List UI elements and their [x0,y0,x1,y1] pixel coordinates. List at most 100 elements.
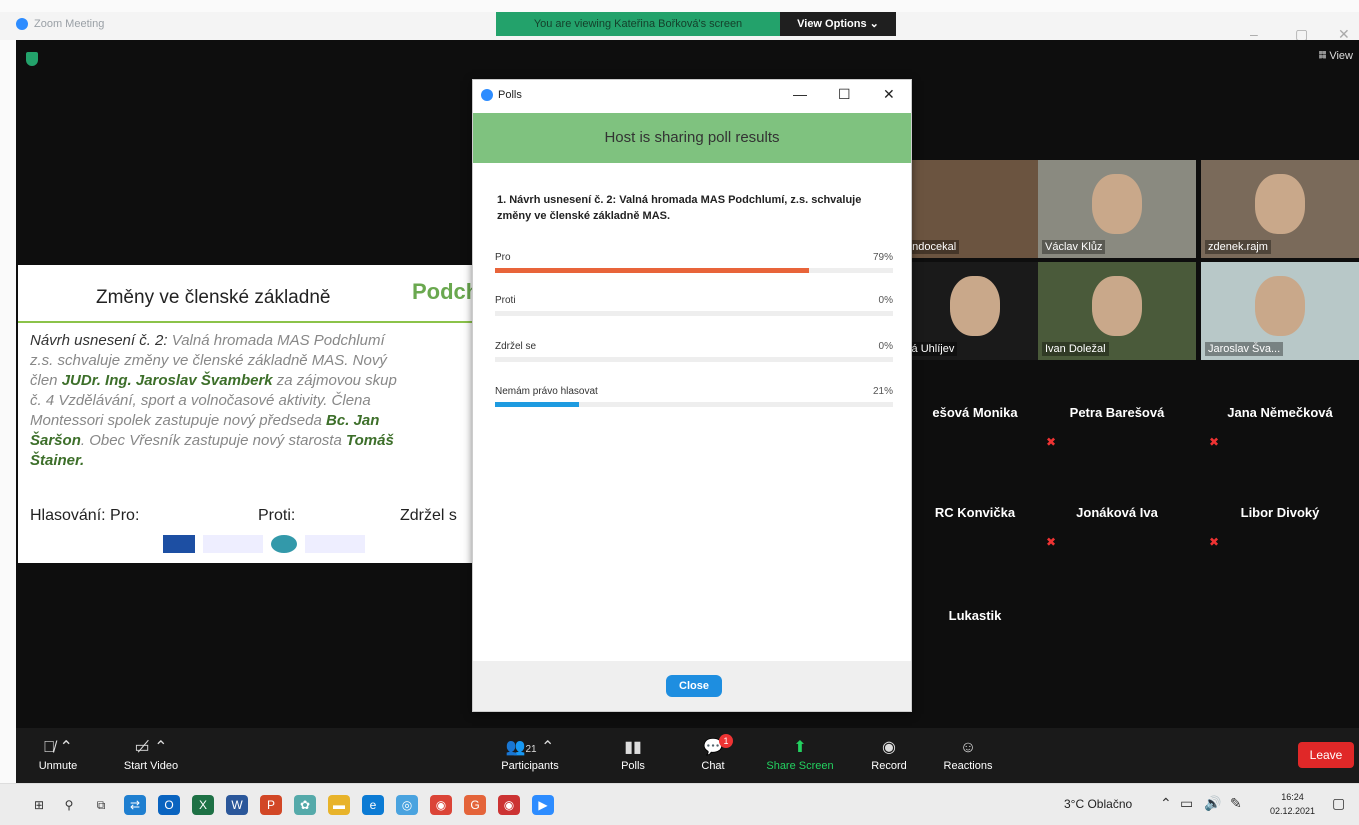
word-icon[interactable]: W [226,795,248,815]
chat-label: Chat [701,760,725,772]
task-view-icon[interactable]: ⧉ [90,795,112,815]
poll-option: Proti 0% [495,295,893,316]
polls-close-icon[interactable]: ✕ [883,86,895,103]
participant-tile[interactable]: RC Konvička [896,465,1054,563]
participant-tile[interactable]: Ivá Uhlíjev [896,262,1054,360]
slide-mayor: Tomáš [346,432,394,449]
participant-name: Jaroslav Šva... [1205,342,1284,356]
app-icon[interactable]: ✿ [294,795,316,815]
network-app-icon[interactable]: ◎ [396,795,418,815]
vote-for-label: Hlasování: Pro: [30,507,140,524]
edge-icon[interactable]: e [362,795,384,815]
muted-mic-icon: ✖ [1209,435,1220,449]
poll-option-label: Nemám právo hlasovat [495,386,598,397]
poll-option-percent: 21% [872,386,893,397]
weather-widget[interactable]: 3°C Oblačno [1064,797,1132,811]
poll-option-percent: 0% [878,295,893,306]
participants-button[interactable]: 👥21 ⌃ Participants [490,736,570,772]
start-video-button[interactable]: ▭̸ ⌃ Start Video [111,736,191,772]
notification-icon[interactable]: ▢ [1332,795,1345,812]
powerpoint-icon[interactable]: P [260,795,282,815]
polls-title: Polls [481,89,522,101]
participant-tile[interactable]: Ivan Doležal [1038,262,1196,360]
search-icon[interactable]: ⚲ [58,795,80,815]
excel-icon[interactable]: X [192,795,214,815]
teamviewer-icon[interactable]: ⇄ [124,795,146,815]
record-button[interactable]: ◉ Record [849,736,929,772]
zoom-taskbar-icon[interactable]: ▶ [532,795,554,815]
app-title-text: Zoom Meeting [34,18,105,30]
poll-option-label: Zdržel se [495,341,537,352]
participant-face [1255,174,1305,234]
participant-name: RC Konvička [934,505,1016,520]
start-video-label: Start Video [123,760,179,772]
participants-icon: 👥21 ⌃ [505,739,555,756]
start-icon[interactable]: ⊞ [28,795,50,815]
share-banner: You are viewing Kateřina Bořková's scree… [496,12,780,36]
chrome-alt-icon[interactable]: ◉ [498,795,520,815]
windows-taskbar: ⊞ ⚲ ⧉ ⇄ O X W P ✿ ▬ e ◎ ◉ G ◉ ▶ 3°C Obla… [0,783,1359,825]
poll-option-bar [495,268,810,273]
view-button[interactable]: 𝄜 View [1319,50,1353,63]
participant-tile[interactable]: Jana Němečková ✖ [1201,365,1359,463]
poll-option-track [495,268,893,273]
system-clock[interactable]: 16:24 02.12.2021 [1270,790,1315,818]
participant-name: zdenek.rajm [1205,240,1271,254]
app-title: Zoom Meeting [16,18,104,30]
polls-icon: ▮▮ [624,739,642,756]
participant-face [950,276,1000,336]
participant-tile[interactable]: Jaroslav Šva... [1201,262,1359,360]
participant-name: Jonáková Iva [1076,505,1158,520]
participant-tile[interactable]: Petra Barešová ✖ [1038,365,1196,463]
close-button[interactable]: Close [666,675,722,697]
participant-tile[interactable]: rtindocekal [896,160,1054,258]
network-icon[interactable]: ▭ [1180,795,1193,812]
unmute-button[interactable]: 🎙̸ ⌃ Unmute [18,736,98,772]
participant-tile[interactable]: Václav Klůz [1038,160,1196,258]
security-shield-icon[interactable] [26,52,38,66]
poll-option-percent: 79% [872,252,893,263]
share-screen-icon: ⬆ [793,739,807,756]
chrome-icon[interactable]: ◉ [430,795,452,815]
view-options-button[interactable]: View Options ⌄ [780,12,896,36]
slide-mayor-surname: Štainer. [30,452,85,469]
participant-tile[interactable]: Lukastik [896,568,1054,666]
zoom-logo-icon [16,18,28,30]
participant-face [1092,276,1142,336]
slide-line: č. 4 Vzdělávání, sport a volnočasové akt… [30,392,371,409]
polls-button[interactable]: ▮▮ Polls [593,736,673,772]
participant-name: Petra Barešová [1069,405,1165,420]
poll-option-label: Proti [495,295,516,306]
participant-tile[interactable]: Libor Divoký ✖ [1201,465,1359,563]
outlook-icon[interactable]: O [158,795,180,815]
participant-name: ešová Monika [932,405,1018,420]
reactions-icon: ☺ [959,739,977,756]
poll-question: 1. Návrh usnesení č. 2: Valná hromada MA… [497,194,862,222]
volume-icon[interactable]: 🔊 [1204,795,1221,812]
chrome-profile-icon[interactable]: G [464,795,486,815]
share-screen-button[interactable]: ⬆ Share Screen [760,736,840,772]
record-label: Record [871,760,907,772]
participant-tile[interactable]: ešová Monika [896,365,1054,463]
participant-tile[interactable]: Jonáková Iva ✖ [1038,465,1196,563]
polls-footer: Close [473,661,911,711]
file-explorer-icon[interactable]: ▬ [328,795,350,815]
tray-chevron-icon[interactable]: ⌃ [1160,795,1172,812]
participant-face [1092,174,1142,234]
polls-title-text: Polls [498,89,522,101]
meeting-toolbar: 🎙̸ ⌃ Unmute ▭̸ ⌃ Start Video 👥21 ⌃ Parti… [16,728,1359,783]
chat-button[interactable]: 💬 1 Chat [673,734,753,772]
polls-maximize-icon[interactable]: ☐ [838,86,851,103]
eu-fund-logo [203,535,263,553]
participant-tile[interactable]: zdenek.rajm [1201,160,1359,258]
leave-button[interactable]: Leave [1298,742,1354,768]
polls-window: Polls — ☐ ✕ Host is sharing poll results… [472,79,912,712]
poll-option: Pro 79% [495,252,893,273]
slide-lead: Návrh usnesení č. 2: [30,332,168,349]
reactions-button[interactable]: ☺ Reactions [928,736,1008,772]
pen-icon[interactable]: ✎ [1230,795,1242,812]
unmute-label: Unmute [38,760,78,772]
slide-line: za zájmovou skup [272,372,397,389]
polls-minimize-icon[interactable]: — [793,86,807,102]
clock-date: 02.12.2021 [1270,806,1316,816]
